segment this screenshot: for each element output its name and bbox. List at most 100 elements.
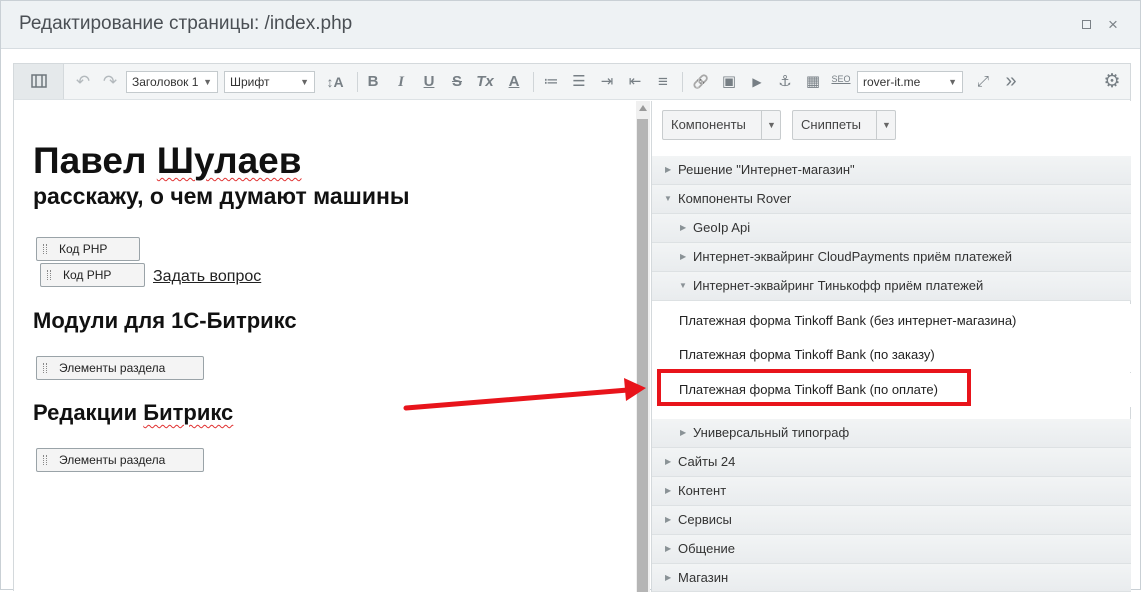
align-icon[interactable]: ≡: [654, 72, 672, 92]
drag-handle-icon: [43, 363, 47, 373]
editor-content-area[interactable]: Павел Шулаев расскажу, о чем думают маши…: [14, 101, 636, 592]
edit-page-dialog: Редактирование страницы: /index.php × ↶ …: [0, 0, 1141, 592]
page-subtitle: расскажу, о чем думают машины: [33, 183, 410, 209]
drag-handle-icon: [47, 270, 51, 280]
table-icon[interactable]: ▦: [804, 72, 822, 92]
link-icon[interactable]: 🔗: [692, 72, 710, 92]
tree-item-label: Интернет-эквайринг CloudPayments приём п…: [693, 249, 1012, 264]
page-heading: Павел Шулаев: [33, 140, 301, 182]
chevron-right-icon: ▶: [665, 573, 672, 582]
chevron-down-icon: ▼: [300, 77, 309, 87]
undo-icon[interactable]: ↶: [74, 72, 92, 92]
tree-group-geoip-api[interactable]: ▶ GeoIp Api: [652, 214, 1131, 243]
anchor-icon[interactable]: ⚓: [776, 72, 794, 92]
snippets-button-label: Сниппеты: [801, 117, 862, 132]
close-icon[interactable]: ×: [1105, 16, 1121, 33]
font-color-icon[interactable]: A: [506, 72, 522, 92]
chevron-down-icon[interactable]: ▼: [876, 111, 896, 139]
editions-heading-text: Редакции: [33, 400, 144, 425]
php-code-block-label: Код PHP: [59, 242, 108, 256]
toolbar-divider: [533, 72, 534, 92]
tree-item-label: Платежная форма Tinkoff Bank (без интерн…: [679, 313, 1017, 328]
scroll-up-icon[interactable]: [639, 105, 647, 111]
chevron-down-icon: ▼: [679, 281, 687, 290]
tree-component-tinkoff-by-order[interactable]: Платежная форма Tinkoff Bank (по заказу): [652, 338, 1131, 372]
snippets-button[interactable]: Сниппеты ▼: [792, 110, 896, 140]
unordered-list-icon[interactable]: ☰: [570, 72, 588, 92]
drag-handle-icon: [43, 455, 47, 465]
page-heading-first-name: Павел: [33, 140, 157, 181]
tree-group-cloudpayments[interactable]: ▶ Интернет-эквайринг CloudPayments приём…: [652, 243, 1131, 272]
editions-heading-brand: Битрикс: [143, 400, 234, 425]
tree-group-content[interactable]: ▶ Контент: [652, 477, 1131, 506]
video-icon[interactable]: ▶: [748, 72, 766, 92]
tree-item-label: Платежная форма Tinkoff Bank (по заказу): [679, 347, 935, 362]
maximize-icon[interactable]: [1078, 17, 1094, 33]
tree-item-label: Контент: [678, 483, 727, 498]
strikethrough-icon[interactable]: S: [449, 72, 465, 92]
chevron-right-icon: ▶: [680, 252, 687, 261]
ordered-list-icon[interactable]: ≔: [542, 72, 560, 92]
chevron-down-icon[interactable]: ▼: [761, 111, 781, 139]
site-select-value: rover-it.me: [863, 75, 921, 89]
redo-icon[interactable]: ↷: [101, 72, 119, 92]
outdent-icon[interactable]: ⇤: [626, 72, 644, 92]
tree-item-label: Интернет-эквайринг Тинькофф приём платеж…: [693, 278, 984, 293]
tree-group-services[interactable]: ▶ Сервисы: [652, 506, 1131, 535]
indent-icon[interactable]: ⇥: [598, 72, 616, 92]
content-scrollbar[interactable]: [636, 101, 650, 592]
chevron-right-icon: ▶: [665, 486, 672, 495]
tree-item-label: Универсальный типограф: [693, 425, 850, 440]
tree-group-rover-components[interactable]: ▼ Компоненты Rover: [652, 185, 1131, 214]
components-button[interactable]: Компоненты ▼: [662, 110, 781, 140]
chevron-right-icon: ▶: [665, 165, 672, 174]
heading-select[interactable]: Заголовок 1 ▼: [126, 71, 218, 93]
tree-item-label: Магазин: [678, 570, 729, 585]
tree-item-label: Компоненты Rover: [678, 191, 792, 206]
tree-item-label: Сайты 24: [678, 454, 736, 469]
tree-group-shop[interactable]: ▶ Магазин: [652, 564, 1131, 592]
image-icon[interactable]: ▣: [720, 72, 738, 92]
font-select-value: Шрифт: [230, 75, 270, 89]
modules-heading: Модули для 1С-Битрикс: [33, 308, 297, 333]
seo-icon[interactable]: SEO: [830, 72, 852, 92]
tree-group-sites24[interactable]: ▶ Сайты 24: [652, 448, 1131, 477]
clear-format-icon[interactable]: Tx: [476, 72, 494, 92]
section-elements-label: Элементы раздела: [59, 453, 166, 467]
chevron-right-icon: ▶: [680, 428, 687, 437]
font-select[interactable]: Шрифт ▼: [224, 71, 315, 93]
view-mode-button[interactable]: [14, 64, 64, 99]
tree-item-label: GeoIp Api: [693, 220, 751, 235]
heading-select-value: Заголовок 1: [132, 75, 199, 89]
chevron-right-icon: ▶: [665, 544, 672, 553]
dialog-titlebar[interactable]: Редактирование страницы: /index.php ×: [1, 1, 1140, 49]
php-code-block[interactable]: Код PHP: [36, 237, 140, 261]
tree-group-tinkoff[interactable]: ▼ Интернет-эквайринг Тинькофф приём плат…: [652, 272, 1131, 301]
section-elements-block[interactable]: Элементы раздела: [36, 356, 204, 380]
site-select[interactable]: rover-it.me ▼: [857, 71, 963, 93]
tree-group-internet-shop[interactable]: ▶ Решение "Интернет-магазин": [652, 156, 1131, 185]
section-elements-block[interactable]: Элементы раздела: [36, 448, 204, 472]
scrollbar-thumb[interactable]: [637, 119, 648, 592]
italic-icon[interactable]: I: [393, 72, 409, 92]
tree-item-label: Сервисы: [678, 512, 732, 527]
tree-item-label: Общение: [678, 541, 736, 556]
tree-group-typograph[interactable]: ▶ Универсальный типограф: [652, 419, 1131, 448]
toolbar-divider: [682, 72, 683, 92]
section-elements-label: Элементы раздела: [59, 361, 166, 375]
components-button-label: Компоненты: [671, 117, 746, 132]
editions-heading: Редакции Битрикс: [33, 400, 233, 426]
chevron-right-icon: ▶: [680, 223, 687, 232]
tree-group-communication[interactable]: ▶ Общение: [652, 535, 1131, 564]
php-code-block[interactable]: Код PHP: [40, 263, 145, 287]
bold-icon[interactable]: B: [365, 72, 381, 92]
tree-component-tinkoff-no-shop[interactable]: Платежная форма Tinkoff Bank (без интерн…: [652, 304, 1131, 338]
gear-icon[interactable]: ⚙: [1102, 72, 1122, 92]
ask-question-link[interactable]: Задать вопрос: [153, 268, 261, 286]
font-size-icon[interactable]: ↕A: [324, 72, 346, 92]
panel-header: Компоненты ▼ Сниппеты ▼: [652, 101, 1131, 157]
chevron-down-icon: ▼: [948, 77, 957, 87]
more-icon[interactable]: »: [1002, 71, 1020, 92]
fullscreen-icon[interactable]: ⤢: [974, 72, 992, 92]
underline-icon[interactable]: U: [421, 72, 437, 92]
